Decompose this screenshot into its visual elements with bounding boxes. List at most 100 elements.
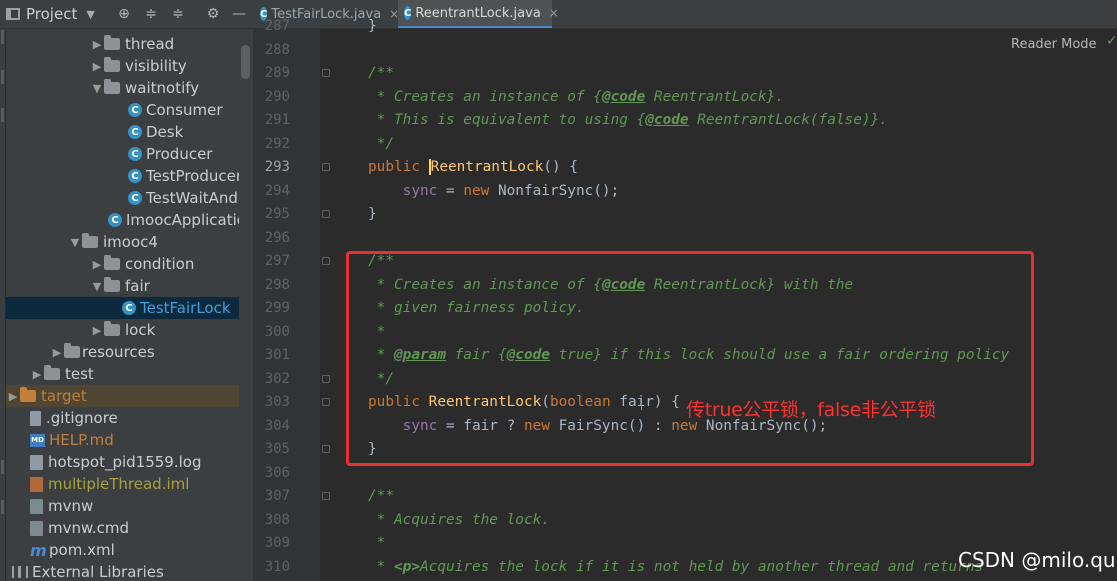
tree-item-mvnw-cmd[interactable]: mvnw.cmd [30, 517, 129, 539]
strip-tab[interactable] [1, 108, 4, 122]
chevron-right-icon[interactable]: ▶ [30, 368, 44, 381]
chevron-right-icon[interactable]: ▶ [90, 60, 104, 73]
fold-marker-icon[interactable] [322, 375, 330, 383]
comment-text: */ [368, 135, 394, 152]
code-text: NonfairSync(); [497, 182, 620, 199]
line-number: 290 [264, 88, 290, 105]
javadoc-tag: @code [601, 88, 646, 105]
tree-item-label: multipleThread.iml [48, 475, 190, 493]
line-number: 289 [264, 65, 290, 81]
chevron-right-icon[interactable]: ▶ [50, 346, 64, 359]
tree-item-imooc4[interactable]: ▼ imooc4 [68, 231, 158, 253]
inspection-check-icon[interactable]: ✓ [1106, 33, 1117, 49]
comment-text: * [368, 558, 394, 575]
tree-item-label: resources [82, 343, 155, 361]
folder-icon [104, 277, 120, 292]
comment-text: /** [368, 65, 394, 81]
javadoc-tag: @code [645, 112, 689, 128]
tree-item-mvnw[interactable]: mvnw [30, 495, 93, 517]
tree-item-imoocapplication[interactable]: C ImoocApplicatio [108, 209, 239, 231]
tree-item-lock[interactable]: ▶ lock [90, 319, 155, 341]
fold-marker-icon[interactable] [322, 163, 330, 171]
line-number: 288 [264, 41, 290, 58]
line-number: 299 [264, 300, 290, 316]
chevron-down-icon: ▼ [86, 7, 95, 21]
fold-marker-icon[interactable] [322, 210, 330, 218]
scrollbar-thumb[interactable] [241, 45, 250, 79]
comment-text: * Acquires the lock. [368, 511, 550, 528]
tree-item-gitignore[interactable]: .gitignore [30, 407, 118, 429]
line-number: 302 [264, 370, 290, 387]
tree-item-label: HELP.md [49, 431, 114, 449]
fold-marker-icon[interactable] [322, 257, 330, 265]
fold-marker-icon[interactable] [322, 398, 330, 406]
tree-item-consumer[interactable]: C Consumer [128, 99, 223, 121]
tree-item-label: TestWaitAndl [146, 189, 239, 207]
tree-item-producer[interactable]: C Producer [128, 143, 212, 165]
tree-item-help-md[interactable]: MD HELP.md [30, 429, 114, 451]
code-line: /** [368, 485, 394, 509]
locate-file-icon[interactable]: ⊕ [115, 5, 133, 23]
folder-icon [82, 233, 98, 248]
tree-item-thread[interactable]: ▶ thread [90, 33, 174, 55]
reader-mode-button[interactable]: Reader Mode [1011, 37, 1097, 52]
tree-item-testproducer[interactable]: C TestProducer [128, 165, 239, 187]
strip-tab[interactable] [1, 500, 4, 514]
minimize-icon[interactable]: — [230, 5, 248, 23]
class-icon: C [122, 301, 136, 315]
class-icon: C [128, 191, 142, 205]
comment-text: ReentrantLock}. [645, 88, 784, 105]
tree-item-testwaitandnotify[interactable]: C TestWaitAndl [128, 187, 239, 209]
line-number: 310 [264, 558, 290, 575]
tree-item-label: hotspot_pid1559.log [48, 453, 202, 471]
chevron-down-icon[interactable]: ▼ [90, 280, 104, 293]
code-line: } [368, 203, 377, 227]
line-number: 305 [264, 441, 290, 457]
tree-item-external-libraries[interactable]: External Libraries [12, 561, 164, 581]
watermark: CSDN @milo.qu [958, 548, 1116, 572]
line-number: 287 [264, 18, 290, 34]
close-icon[interactable]: × [549, 6, 559, 20]
chevron-right-icon[interactable]: ▶ [6, 390, 20, 403]
chevron-right-icon[interactable]: ▶ [90, 38, 104, 51]
strip-tab[interactable] [1, 460, 4, 474]
tree-item-fair[interactable]: ▼ fair [90, 275, 150, 297]
tree-item-hotspot-log[interactable]: hotspot_pid1559.log [30, 451, 201, 473]
folder-icon [104, 35, 120, 50]
gear-icon[interactable]: ⚙ [204, 5, 222, 23]
folder-icon [64, 343, 80, 358]
fold-marker-icon[interactable] [322, 69, 330, 77]
javadoc-tag: <p> [394, 558, 420, 575]
tree-item-test[interactable]: ▶ test [30, 363, 94, 385]
tab-reentrantlock[interactable]: C ReentrantLock.java × [398, 0, 559, 28]
code-line: sync = new NonfairSync(); [368, 180, 620, 204]
fold-marker-icon[interactable] [322, 445, 330, 453]
tree-item-label: TestProducer [146, 167, 239, 185]
code-line: * Acquires the lock. [368, 509, 550, 533]
tree-item-iml[interactable]: multipleThread.iml [30, 473, 189, 495]
class-icon: C [108, 213, 122, 227]
tree-item-desk[interactable]: C Desk [128, 121, 183, 143]
chevron-right-icon[interactable]: ▶ [90, 258, 104, 271]
strip-tab[interactable] [1, 30, 4, 44]
tree-item-pom[interactable]: m pom.xml [30, 539, 115, 561]
tree-item-testfairlock[interactable]: C TestFairLock [6, 297, 239, 319]
tree-item-visibility[interactable]: ▶ visibility [90, 55, 187, 77]
fold-marker-icon[interactable] [322, 492, 330, 500]
strip-tab[interactable] [1, 70, 4, 84]
line-number: 308 [264, 511, 290, 528]
chevron-down-icon[interactable]: ▼ [68, 236, 82, 249]
collapse-all-icon[interactable]: ≑ [169, 5, 187, 23]
project-view-selector[interactable]: Project ▼ [6, 2, 95, 26]
chevron-down-icon[interactable]: ▼ [90, 82, 104, 95]
tree-item-waitnotify[interactable]: ▼ waitnotify [90, 77, 199, 99]
chevron-right-icon[interactable]: ▶ [90, 324, 104, 337]
tree-item-target[interactable]: ▶ target [6, 385, 239, 407]
expand-all-icon[interactable]: ≑ [142, 5, 160, 23]
tree-item-resources[interactable]: ▶ resources [50, 341, 155, 363]
tree-item-condition[interactable]: ▶ condition [90, 253, 194, 275]
line-number: 307 [264, 488, 290, 504]
line-number: 297 [264, 253, 290, 269]
tree-scrollbar[interactable] [239, 29, 254, 581]
